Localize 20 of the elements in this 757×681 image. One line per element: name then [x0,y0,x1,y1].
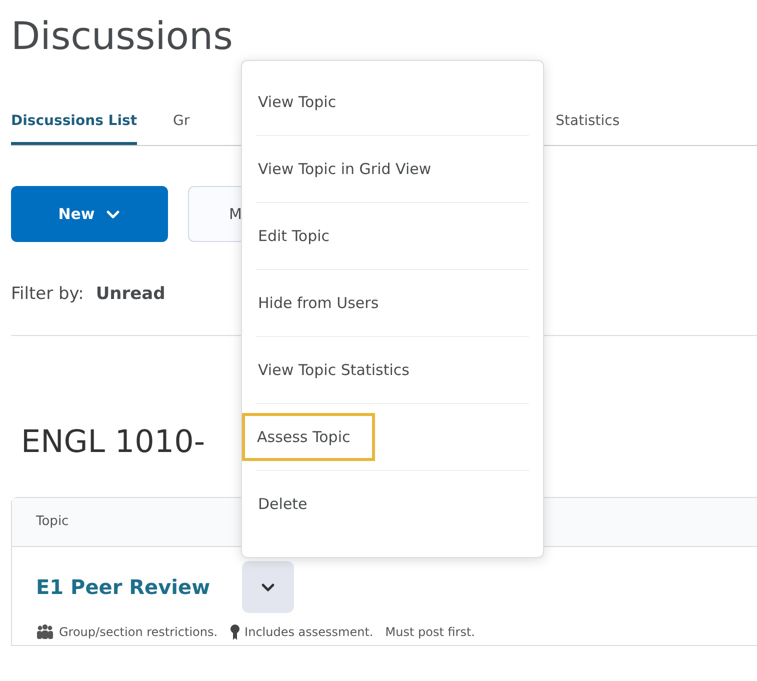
menu-item[interactable]: View Topic Statistics [244,350,424,390]
tab[interactable]: Discussions List [11,102,138,145]
topic-link[interactable]: E1 Peer Review [36,572,210,602]
tab[interactable]: Statistics [556,102,620,142]
tab[interactable]: Gr [173,102,190,142]
page-title: Discussions [11,13,233,58]
topic-menu-button[interactable] [242,560,294,613]
award-ribbon-icon [230,624,240,640]
menu-item[interactable]: View Topic [244,82,350,122]
people-icon [36,624,54,640]
section-heading: ENGL 1010- [21,424,206,462]
restriction-text: Includes assessment. [244,624,374,641]
filter-label: Filter by: [11,282,84,306]
menu-item[interactable]: Hide from Users [244,284,393,322]
restriction-text: Must post first. [385,624,475,641]
menu-item[interactable]: Assess Topic [242,412,376,462]
menu-item[interactable]: View Topic in Grid View [244,150,446,188]
restriction-text: Group/section restrictions. [59,624,218,641]
filter-value[interactable]: Unread [96,282,166,308]
new-button[interactable]: New [11,186,168,242]
